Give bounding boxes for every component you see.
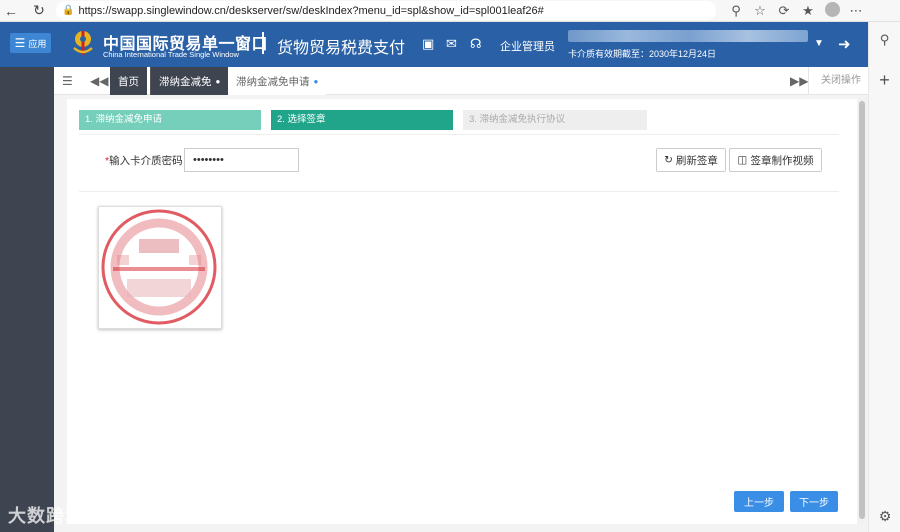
- next-step-button[interactable]: 下一步: [790, 491, 838, 512]
- film-icon: ◫: [737, 154, 748, 166]
- previous-step-button[interactable]: 上一步: [734, 491, 784, 512]
- brand-subtitle: China International Trade Single Window: [103, 50, 239, 59]
- watermark-text: 大数跨境: [8, 506, 84, 526]
- tab-home-label: 首页: [118, 75, 139, 88]
- app-menu-button[interactable]: ☰ 应用: [10, 33, 51, 53]
- step-1: 1. 滞纳金减免申请: [79, 110, 261, 130]
- refresh-seal-button[interactable]: ↻ 刷新签章: [656, 148, 726, 172]
- user-role: 企业管理员: [500, 41, 555, 53]
- refresh-seal-label: 刷新签章: [675, 154, 718, 167]
- reload-icon[interactable]: ↻: [28, 0, 50, 22]
- company-seal-image: [101, 209, 217, 325]
- tab-late-fee-waiver[interactable]: 滞纳金减免 ●: [150, 67, 229, 95]
- divider: [79, 134, 839, 135]
- seal-video-label: 签章制作视频: [750, 154, 814, 167]
- card-validity: 卡介质有效期截至：2030年12月24日: [568, 49, 717, 59]
- favorites-icon[interactable]: ★: [796, 3, 820, 19]
- card-password-input[interactable]: ••••••••: [184, 148, 299, 172]
- step-3: 3. 滞纳金减免执行协议: [463, 110, 647, 130]
- headset-icon[interactable]: ☊: [470, 36, 482, 52]
- favorite-star-icon[interactable]: ☆: [748, 3, 772, 19]
- browser-actions: ⚲ ☆ ⟳ ★ ⋯: [724, 0, 868, 22]
- more-icon[interactable]: ⋯: [844, 3, 868, 19]
- mail-icon[interactable]: ✉: [446, 36, 457, 52]
- tab-label: 滞纳金减免申请: [236, 75, 310, 88]
- logout-icon[interactable]: ➜: [838, 35, 851, 53]
- tab-bar: ☰ ◀◀ 首页 滞纳金减免 ● 滞纳金减免申请 ● ▶▶ 关闭操作: [54, 67, 868, 95]
- tab-label: 滞纳金减免: [159, 75, 212, 88]
- divider: [79, 191, 839, 192]
- close-tab-icon[interactable]: ●: [216, 77, 221, 86]
- step-2-active: 2. 选择签章: [271, 110, 453, 130]
- scroll-left-icon[interactable]: ◀◀: [90, 74, 108, 88]
- customs-emblem-logo: [73, 31, 93, 55]
- browser-toolbar: ← ↻ 🔒 https://swapp.singlewindow.cn/desk…: [0, 0, 900, 22]
- close-tab-icon[interactable]: ●: [314, 77, 319, 86]
- scroll-right-icon[interactable]: ▶▶: [790, 74, 808, 88]
- password-label-text: 输入卡介质密码：: [109, 155, 194, 167]
- hamburger-icon: ☰: [14, 36, 26, 50]
- browser-side-rail: ⚲ + ⚙: [868, 22, 900, 532]
- search-icon[interactable]: ⚲: [869, 32, 900, 48]
- add-icon[interactable]: +: [869, 70, 900, 91]
- lock-icon: 🔒: [62, 5, 75, 16]
- masked-company-name: [568, 30, 808, 42]
- back-icon[interactable]: ←: [0, 0, 22, 22]
- scrollbar-thumb[interactable]: [859, 101, 865, 519]
- app-header: ☰ 应用 中国国际贸易单一窗口 China International Trad…: [0, 22, 868, 67]
- chevron-down-icon[interactable]: ▼: [814, 38, 824, 49]
- seal-video-button[interactable]: ◫ 签章制作视频: [729, 148, 822, 172]
- system-title: 货物贸易税费支付: [277, 40, 406, 57]
- left-sidebar: [0, 67, 54, 532]
- collapse-menu-icon[interactable]: ☰: [62, 74, 73, 88]
- content-scrollbar[interactable]: [858, 99, 866, 524]
- monitor-icon[interactable]: ▣: [422, 36, 434, 52]
- extension-icon[interactable]: ⟳: [772, 3, 796, 19]
- settings-icon[interactable]: ⚙: [869, 508, 900, 525]
- seal-option[interactable]: [98, 206, 222, 329]
- url-text: https://swapp.singlewindow.cn/deskserver…: [78, 4, 544, 17]
- close-operations-menu[interactable]: 关闭操作: [808, 67, 868, 95]
- app-menu-label: 应用: [28, 38, 47, 49]
- address-bar[interactable]: 🔒 https://swapp.singlewindow.cn/deskserv…: [56, 1, 716, 20]
- refresh-icon: ↻: [664, 154, 673, 166]
- tab-late-fee-waiver-application[interactable]: 滞纳金减免申请 ●: [228, 67, 327, 95]
- header-divider: [262, 32, 264, 54]
- tab-home[interactable]: 首页: [110, 67, 147, 95]
- profile-avatar[interactable]: [820, 2, 844, 20]
- main-panel: 1. 滞纳金减免申请 2. 选择签章 3. 滞纳金减免执行协议 *输入卡介质密码…: [67, 99, 857, 524]
- password-label: *输入卡介质密码：: [105, 153, 193, 168]
- key-icon[interactable]: ⚲: [724, 3, 748, 19]
